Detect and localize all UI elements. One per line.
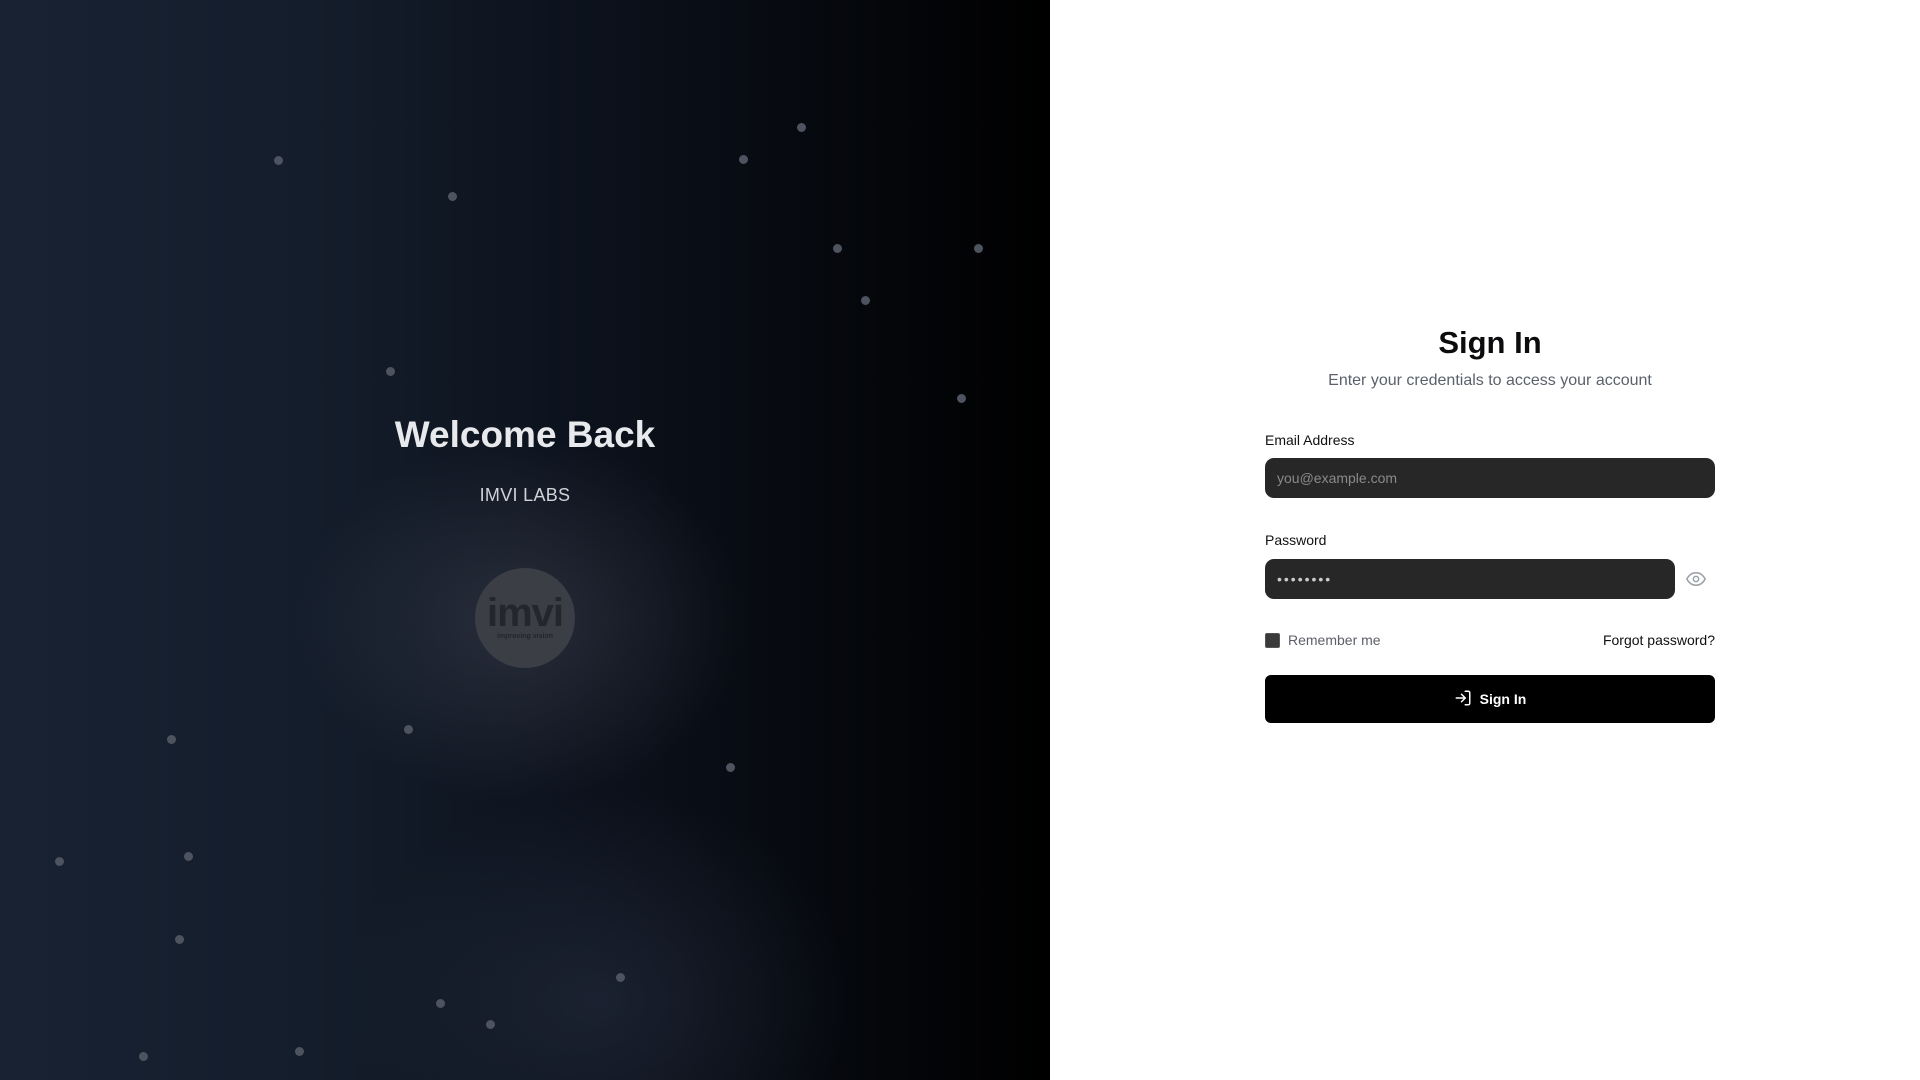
hero-panel: Welcome Back IMVI LABS imvi improving vi…: [0, 0, 1050, 1080]
signin-title: Sign In: [1438, 325, 1542, 360]
email-label: Email Address: [1265, 432, 1355, 448]
signin-subtitle: Enter your credentials to access your ac…: [1328, 372, 1652, 389]
particle-dot: [973, 243, 983, 253]
hero-subtitle: IMVI LABS: [479, 485, 571, 505]
particle-dot: [725, 762, 735, 772]
remember-checkbox[interactable]: [1265, 632, 1280, 648]
particle-dot: [832, 243, 842, 253]
particle-dot: [738, 154, 748, 164]
logo-tagline: improving vision: [496, 633, 553, 640]
particle-dot: [615, 972, 625, 982]
particle-dot: [294, 1046, 304, 1056]
logo-wordmark: imvi: [486, 591, 564, 635]
email-field[interactable]: [1265, 458, 1715, 498]
password-label: Password: [1265, 532, 1327, 548]
log-in-icon: [1454, 689, 1472, 710]
sign-in-label: Sign In: [1479, 691, 1527, 707]
particle-dot: [860, 295, 870, 305]
hero-title: Welcome Back: [394, 414, 656, 455]
particle-dot: [485, 1019, 495, 1029]
particle-dot: [447, 191, 457, 201]
sign-in-button[interactable]: Sign In: [1265, 675, 1715, 723]
particle-dot: [956, 393, 966, 403]
remember-label: Remember me: [1288, 632, 1381, 648]
eye-icon[interactable]: [1686, 571, 1706, 587]
particle-dot: [54, 856, 64, 866]
imvi-logo: imvi improving vision: [475, 568, 575, 668]
particle-dot: [796, 122, 806, 132]
signin-panel: Sign In Enter your credentials to access…: [1050, 0, 1920, 1080]
signin-form: Sign In Enter your credentials to access…: [1265, 325, 1715, 723]
particle-dot: [385, 366, 395, 376]
particle-dot: [166, 734, 176, 744]
particle-dot: [138, 1051, 148, 1061]
remember-me[interactable]: Remember me: [1265, 632, 1381, 648]
particle-dot: [183, 851, 193, 861]
particle-dot: [403, 724, 413, 734]
particle-dot: [435, 998, 445, 1008]
forgot-password-link[interactable]: Forgot password?: [1603, 632, 1715, 648]
password-field[interactable]: [1265, 559, 1675, 599]
particle-dot: [273, 155, 283, 165]
particle-dot: [174, 934, 184, 944]
